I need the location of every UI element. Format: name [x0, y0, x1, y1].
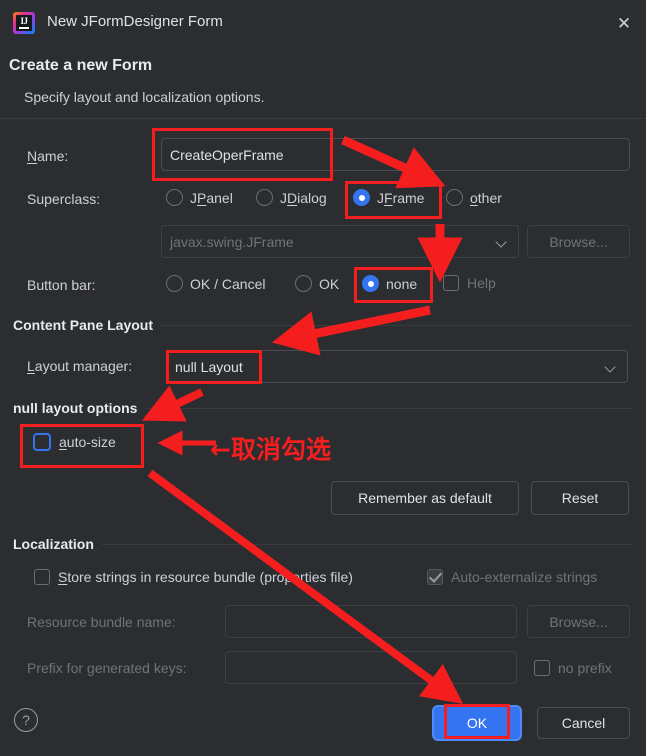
- layout-manager-value: null Layout: [175, 358, 243, 375]
- header-divider: [0, 118, 646, 119]
- resource-bundle-input[interactable]: [225, 605, 517, 638]
- checkbox-box: [34, 569, 50, 585]
- radio-dot: [166, 275, 183, 292]
- name-input[interactable]: CreateOperFrame: [161, 138, 630, 171]
- prefix-input[interactable]: [225, 651, 517, 684]
- title-bar: IJ New JFormDesigner Form ✕: [0, 0, 646, 46]
- section-null-layout-options: null layout options: [13, 400, 633, 416]
- name-input-value: CreateOperFrame: [170, 146, 284, 163]
- buttonbar-radio-ok-cancel-label: OK / Cancel: [190, 275, 266, 292]
- checkbox-box: [33, 433, 51, 451]
- annotation-chinese-note: ←取消勾选: [210, 435, 331, 464]
- new-jformdesigner-form-dialog: IJ New JFormDesigner Form ✕ Create a new…: [0, 0, 646, 756]
- reset-label: Reset: [561, 490, 599, 506]
- store-strings-label: Store strings in resource bundle (proper…: [58, 569, 353, 585]
- superclass-radio-jdialog[interactable]: JDialog: [256, 189, 327, 206]
- superclass-combo[interactable]: javax.swing.JFrame: [161, 225, 519, 258]
- superclass-radio-jdialog-label: JDialog: [280, 189, 327, 206]
- buttonbar-radio-ok[interactable]: OK: [295, 275, 339, 292]
- page-subtitle: Specify layout and localization options.: [24, 89, 265, 105]
- auto-externalize-checkbox[interactable]: Auto-externalize strings: [427, 569, 597, 585]
- radio-dot: [446, 189, 463, 206]
- remember-as-default-label: Remember as default: [358, 490, 492, 506]
- auto-size-label: auto-size: [59, 434, 116, 450]
- resource-bundle-browse-label: Browse...: [549, 613, 608, 630]
- checkbox-box: [443, 275, 459, 291]
- page-title: Create a new Form: [9, 57, 153, 74]
- cancel-label: Cancel: [561, 715, 606, 731]
- buttonbar-radio-none-label: none: [386, 275, 418, 292]
- remember-as-default-button[interactable]: Remember as default: [331, 481, 519, 515]
- close-icon[interactable]: ✕: [610, 10, 638, 36]
- section-divider: [101, 543, 633, 545]
- store-strings-checkbox[interactable]: Store strings in resource bundle (proper…: [34, 569, 353, 585]
- layout-manager-label: Layout manager:: [27, 358, 133, 374]
- superclass-radio-jpanel[interactable]: JPanel: [166, 189, 233, 206]
- layout-manager-combo[interactable]: null Layout: [166, 350, 628, 383]
- button-bar-label: Button bar:: [27, 277, 96, 293]
- superclass-radio-other-label: other: [470, 189, 502, 206]
- checkbox-box: [534, 660, 550, 676]
- superclass-radio-jframe-label: JFrame: [377, 189, 425, 206]
- superclass-radio-other[interactable]: other: [446, 189, 502, 206]
- radio-dot: [295, 275, 312, 292]
- section-content-pane-layout: Content Pane Layout: [13, 317, 633, 333]
- chevron-down-icon: [496, 236, 508, 248]
- help-checkbox[interactable]: Help: [443, 275, 496, 291]
- radio-dot-selected: [353, 189, 370, 206]
- radio-dot: [256, 189, 273, 206]
- section-title: Localization: [13, 536, 94, 552]
- window-title: New JFormDesigner Form: [47, 13, 223, 30]
- section-divider: [145, 407, 633, 409]
- chevron-down-icon: [605, 361, 617, 373]
- section-title: null layout options: [13, 400, 138, 416]
- reset-button[interactable]: Reset: [531, 481, 629, 515]
- ok-button[interactable]: OK: [434, 707, 520, 739]
- intellij-idea-icon: IJ: [13, 12, 35, 34]
- superclass-label: Superclass:: [27, 191, 101, 207]
- help-checkbox-label: Help: [467, 275, 496, 291]
- superclass-browse-button[interactable]: Browse...: [527, 225, 630, 258]
- buttonbar-radio-none[interactable]: none: [362, 275, 417, 292]
- resource-bundle-browse-button[interactable]: Browse...: [527, 605, 630, 638]
- app-icon-glyph: IJ: [16, 15, 32, 31]
- section-divider: [161, 324, 633, 326]
- auto-size-checkbox[interactable]: auto-size: [33, 433, 116, 451]
- section-localization: Localization: [13, 536, 633, 552]
- section-title: Content Pane Layout: [13, 317, 154, 333]
- buttonbar-radio-ok-cancel[interactable]: OK / Cancel: [166, 275, 265, 292]
- superclass-combo-value: javax.swing.JFrame: [170, 233, 294, 250]
- resource-bundle-label: Resource bundle name:: [27, 614, 176, 630]
- no-prefix-checkbox[interactable]: no prefix: [534, 660, 612, 676]
- prefix-label: Prefix for generated keys:: [27, 660, 187, 676]
- checkbox-box-checked: [427, 569, 443, 585]
- superclass-radio-jframe[interactable]: JFrame: [353, 189, 424, 206]
- no-prefix-label: no prefix: [558, 660, 612, 676]
- radio-dot: [166, 189, 183, 206]
- superclass-browse-label: Browse...: [549, 233, 608, 250]
- ok-label: OK: [466, 715, 488, 731]
- cancel-button[interactable]: Cancel: [537, 707, 630, 739]
- superclass-radio-jpanel-label: JPanel: [190, 189, 233, 206]
- name-label: Name:: [27, 148, 69, 164]
- buttonbar-radio-ok-label: OK: [319, 275, 340, 292]
- radio-dot-selected: [362, 275, 379, 292]
- auto-externalize-label: Auto-externalize strings: [451, 569, 598, 585]
- question-mark-icon[interactable]: ?: [14, 708, 38, 732]
